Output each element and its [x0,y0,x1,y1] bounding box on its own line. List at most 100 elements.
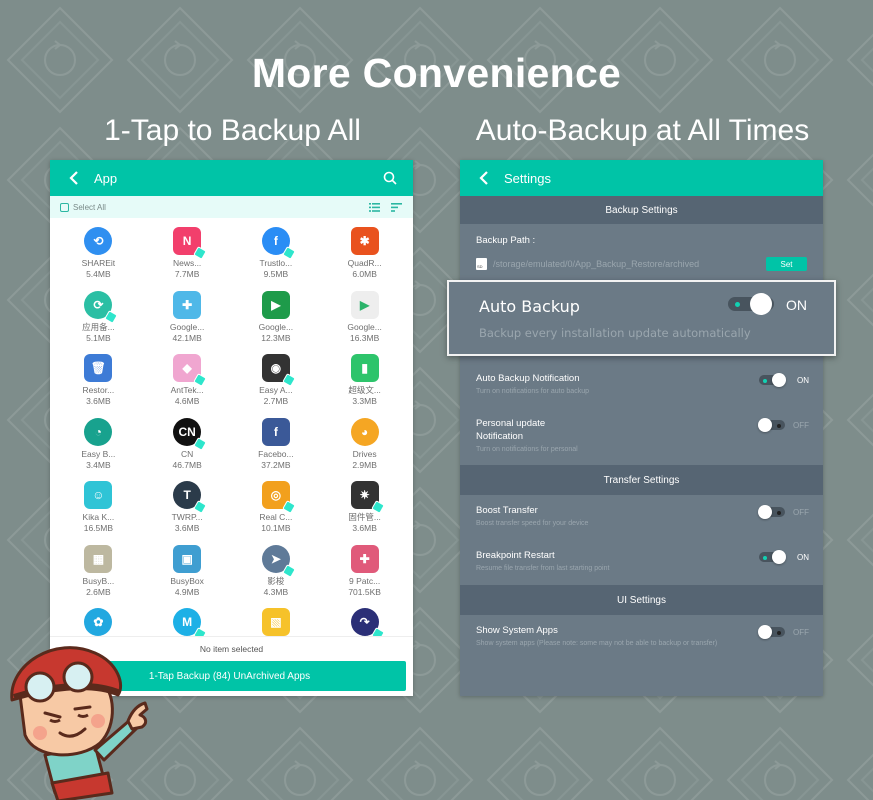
app-name: Trustlo... [259,258,293,268]
app-size: 2.6MB [86,586,111,597]
boost-transfer-toggle[interactable] [758,505,785,519]
app-item[interactable]: ▶ Google... 16.3MB [320,286,409,350]
app-item[interactable]: ✚ 9 Patc... 701.5KB [320,540,409,604]
set-path-button[interactable]: Set [766,257,807,271]
app-item[interactable]: ✷ 固件管... 3.6MB [320,476,409,540]
chevron-left-icon[interactable] [474,168,494,188]
app-name: BusyBox [170,575,204,586]
chevron-left-icon[interactable] [64,168,84,188]
app-name: 9 Patc... [349,575,381,586]
app-name: QuadR... [347,258,382,268]
app-item[interactable]: ☺ Kika K... 16.5MB [54,476,143,540]
app-icon: ▣ [173,544,202,573]
app-item[interactable]: T TWRP... 3.6MB [143,476,232,540]
section-header-backup: Backup Settings [460,196,823,224]
app-item[interactable]: ◉ Easy A... 2.7MB [232,349,321,413]
app-size: 701.5KB [348,586,381,597]
app-size: 37.2MB [261,459,291,470]
app-item[interactable]: ⟲ SHAREit 5.4MB [54,222,143,286]
app-size: 3.6MB [174,523,200,533]
app-size: 7.7MB [174,269,200,279]
app-name: 应用备... [82,321,115,332]
app-item[interactable]: ▦ BusyB... 2.6MB [54,540,143,604]
auto-backup-notification-state: ON [797,376,809,385]
app-name: Easy A... [259,385,293,395]
app-item[interactable]: N News... 7.7MB [143,222,232,286]
auto-backup-highlight-card: Auto Backup Backup every installation up… [447,280,836,356]
app-item[interactable]: ➤ 影梭 4.3MB [232,540,321,604]
app-name: Google... [169,321,205,332]
app-name: SHAREit [81,258,116,268]
app-item[interactable]: ✚ Google... 42.1MB [143,286,232,350]
personal-update-notification-row: Personal update Notification Turn on not… [460,415,823,465]
app-item[interactable]: ◕ Drives 2.9MB [320,413,409,477]
app-icon: ▶ [350,290,379,319]
app-size: 4.6MB [174,396,200,406]
app-icon-wrapper: ◎ [261,481,296,514]
app-item[interactable]: 🗑 Restor... 3.6MB [54,349,143,413]
app-icon: ✚ [173,290,202,319]
app-icon-wrapper: CN [173,417,207,451]
app-size: 3.4MB [86,459,111,470]
show-system-apps-toggle[interactable] [758,625,785,639]
app-size: 5.4MB [86,269,111,279]
app-item[interactable]: ▣ BusyBox 4.9MB [143,540,232,604]
breakpoint-restart-toggle[interactable] [759,550,786,564]
app-item[interactable]: CN CN 46.7MB [143,413,232,477]
app-name: Facebo... [258,448,294,459]
app-icon-wrapper: ⟲ [84,227,113,255]
auto-backup-notification-toggle[interactable] [759,373,786,387]
app-icon: ▶ [261,290,290,319]
app-icon: f [261,417,290,446]
subheading-right: Auto-Backup at All Times [475,114,810,147]
select-all-label[interactable]: Select All [73,203,359,212]
app-icon-wrapper: ▶ [350,290,379,319]
personal-update-toggle[interactable] [758,418,785,432]
app-icon-wrapper: ▣ [173,544,202,573]
app-icon-wrapper: ◉ [261,354,296,387]
app-name: 固件管... [348,512,381,522]
app-size: 46.7MB [172,459,202,470]
app-name: CN [180,448,194,459]
app-item[interactable]: ↷Transf...5.0MB [320,603,409,638]
boost-transfer-desc: Boost transfer speed for your device [476,520,589,527]
app-icon-wrapper: ✷ [350,481,385,514]
app-item[interactable]: ▶ Google... 12.3MB [232,286,321,350]
app-size: 12.3MB [261,332,291,343]
app-name: BusyB... [82,575,115,586]
personal-update-label-line2: Notification [476,431,523,442]
sort-icon[interactable] [389,201,403,213]
auto-backup-toggle[interactable] [728,293,774,315]
app-icon-wrapper: ▦ [84,544,113,573]
app-name: 超级文... [348,385,381,395]
app-item[interactable]: ◆ AntTek... 4.6MB [143,349,232,413]
select-all-checkbox[interactable] [60,202,69,212]
app-name: Drives [352,448,377,459]
app-item[interactable]: ▮ 超级文... 3.3MB [320,349,409,413]
app-icon: ▦ [84,544,113,573]
app-size: 5.1MB [86,332,111,343]
app-item[interactable]: ◎ Real C... 10.1MB [232,476,321,540]
app-icon: ⟲ [84,227,113,255]
app-size: 2.9MB [352,459,377,470]
personal-update-state: OFF [793,421,809,430]
personal-update-desc: Turn on notifications for personal [476,446,578,453]
app-size: 4.9MB [174,586,200,597]
app-item[interactable]: ▧Kucq C... [232,603,321,638]
app-name: Restor... [82,385,115,395]
settings-screen: Settings Backup Settings Backup Path : S… [460,160,823,696]
app-item[interactable]: f Facebo... 37.2MB [232,413,321,477]
app-item[interactable]: ◔ Easy B... 3.4MB [54,413,143,477]
auto-backup-state: ON [786,297,807,313]
app-item[interactable]: ✱ QuadR... 6.0MB [320,222,409,286]
backup-path-label: Backup Path : [476,235,536,246]
app-item[interactable]: f Trustlo... 9.5MB [232,222,321,286]
app-icon: ✱ [350,227,379,255]
app-icon-wrapper: ☺ [84,481,113,509]
list-view-icon[interactable] [367,201,381,213]
app-size: 6.0MB [352,269,377,279]
search-icon[interactable] [381,169,399,187]
app-icon: 🗑 [84,354,113,382]
app-icon-wrapper: ◆ [173,354,207,387]
app-item[interactable]: ⟳ 应用备... 5.1MB [54,286,143,350]
